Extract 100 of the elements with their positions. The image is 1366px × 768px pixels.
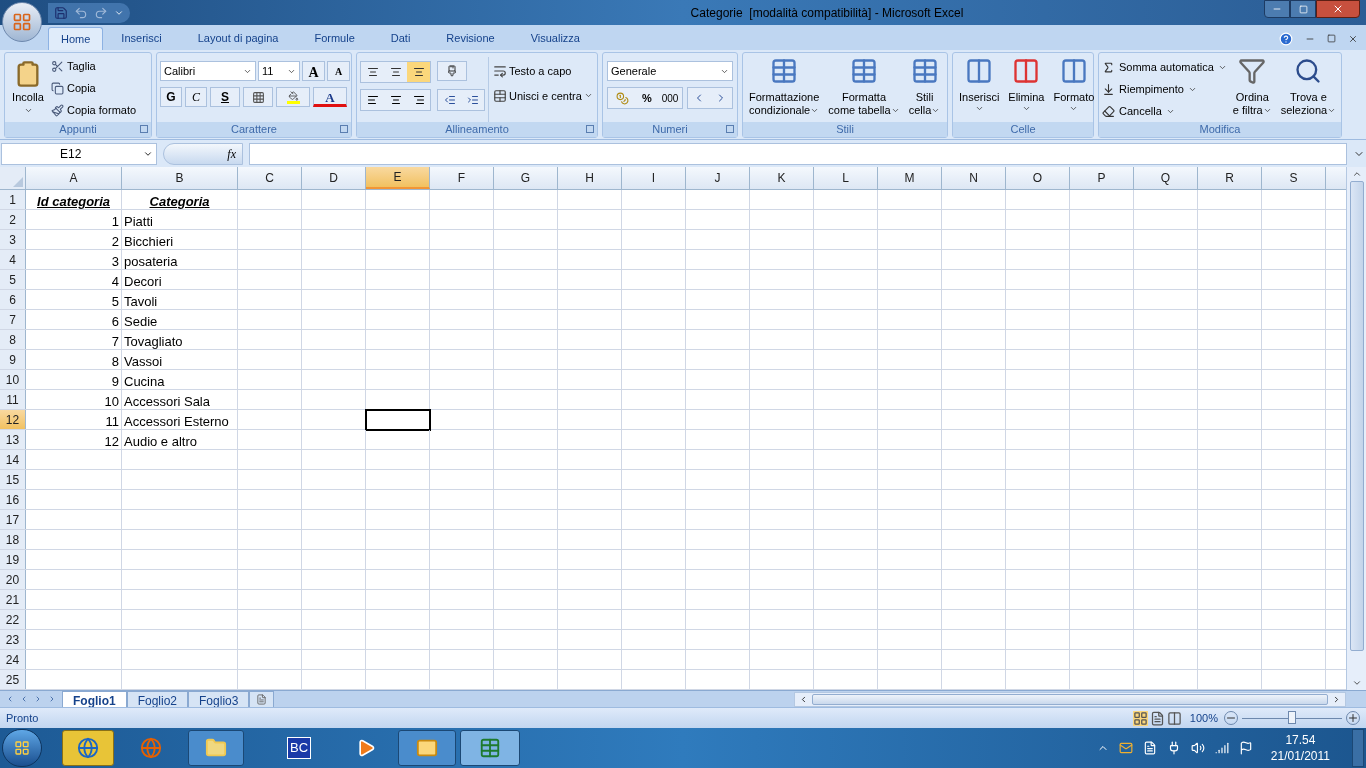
page-break-icon[interactable] (1166, 710, 1182, 726)
editing-command[interactable]: Cancella (1102, 102, 1227, 121)
thousands-button[interactable]: 000 (658, 88, 682, 108)
bold-button[interactable]: G (160, 87, 182, 107)
editing-button[interactable]: Trova e seleziona (1277, 57, 1340, 122)
start-button[interactable] (2, 729, 42, 767)
row-header[interactable]: 14 (0, 450, 26, 469)
vertical-scrollbar[interactable] (1346, 167, 1366, 690)
redo-icon[interactable] (94, 5, 108, 20)
help-icon[interactable] (1279, 31, 1293, 46)
minimize-button[interactable] (1264, 0, 1290, 18)
column-header[interactable]: C (238, 167, 302, 189)
row-header[interactable]: 11 (0, 390, 26, 409)
paste-button[interactable]: Incolla (8, 57, 48, 122)
fill-color-button[interactable] (276, 87, 310, 107)
column-header[interactable]: K (750, 167, 814, 189)
undo-icon[interactable] (74, 5, 88, 20)
browser-taskbar-button[interactable] (62, 730, 114, 766)
column-header[interactable]: Q (1134, 167, 1198, 189)
row-header[interactable]: 5 (0, 270, 26, 289)
cells-button[interactable]: Elimina (1005, 57, 1048, 122)
number-format-field[interactable]: Generale (607, 61, 733, 81)
percent-button[interactable]: % (636, 88, 658, 108)
ribbon-tab[interactable]: Dati (372, 27, 429, 50)
mail-taskbar-button[interactable] (398, 730, 456, 766)
function-button[interactable]: fx (227, 144, 236, 163)
font-color-button[interactable]: A (313, 87, 347, 107)
column-header[interactable]: F (430, 167, 494, 189)
cells-button[interactable]: Formato (1050, 57, 1098, 122)
name-box[interactable]: E12 (1, 142, 157, 165)
row-header[interactable]: 8 (0, 330, 26, 349)
styles-button[interactable]: Formatta come tabella (825, 57, 903, 122)
sheet-tab[interactable]: Foglio1 (62, 690, 127, 708)
row-header[interactable]: 2 (0, 210, 26, 229)
row-header[interactable]: 23 (0, 630, 26, 649)
scroll-thumb[interactable] (1349, 181, 1364, 651)
column-header[interactable]: M (878, 167, 942, 189)
close-button[interactable] (1316, 0, 1360, 18)
next-sheet-icon[interactable] (34, 695, 42, 703)
app-taskbar-button[interactable]: BC (264, 730, 334, 766)
signal-icon[interactable] (1214, 741, 1229, 755)
clock[interactable]: 17.54 21/01/2011 (1270, 732, 1330, 764)
flag-icon[interactable] (1238, 741, 1253, 755)
underline-button[interactable]: S (210, 87, 240, 107)
styles-button[interactable]: Formattazione condizionale (746, 57, 823, 122)
column-header[interactable]: J (686, 167, 750, 189)
ribbon-tab[interactable]: Visualizza (512, 27, 598, 50)
font-size-field[interactable]: 11 (258, 61, 300, 81)
row-header[interactable]: 19 (0, 550, 26, 569)
sheet-tab[interactable]: Foglio2 (126, 690, 189, 708)
row-header[interactable]: 21 (0, 590, 26, 609)
row-header[interactable]: 13 (0, 430, 26, 449)
column-header[interactable]: G (494, 167, 558, 189)
dialog-launcher-icon[interactable] (726, 125, 734, 133)
clipboard-command[interactable]: Copia formato (51, 101, 137, 120)
select-all-button[interactable] (0, 167, 26, 189)
horizontal-scrollbar[interactable] (794, 691, 1346, 707)
column-header[interactable]: S (1262, 167, 1326, 189)
italic-button[interactable]: C (185, 87, 207, 107)
active-cell[interactable] (366, 410, 430, 429)
excel-taskbar-button[interactable] (460, 730, 520, 766)
row-header[interactable]: 10 (0, 370, 26, 389)
column-header[interactable]: H (558, 167, 622, 189)
last-sheet-icon[interactable] (48, 695, 56, 703)
restore-icon[interactable] (1327, 34, 1336, 43)
column-header[interactable]: O (1006, 167, 1070, 189)
row-header[interactable]: 7 (0, 310, 26, 329)
styles-button[interactable]: Stili cella (905, 57, 944, 122)
zoom-in-icon[interactable] (1346, 711, 1360, 725)
dialog-launcher-icon[interactable] (340, 125, 348, 133)
scroll-up-icon[interactable] (1351, 169, 1362, 179)
vertical-align-button[interactable] (361, 62, 384, 82)
ribbon-tab[interactable]: Inserisci (103, 27, 180, 50)
tray-document-icon[interactable] (1142, 741, 1157, 755)
orientation-button[interactable] (437, 61, 467, 81)
wrap-text-button[interactable]: Testo a capo (493, 63, 593, 80)
zoom-level[interactable]: 100% (1189, 709, 1218, 727)
column-header[interactable]: B (122, 167, 238, 189)
save-icon[interactable] (54, 5, 68, 20)
previous-sheet-icon[interactable] (20, 695, 28, 703)
scroll-down-icon[interactable] (1351, 678, 1362, 688)
folder-taskbar-button[interactable] (188, 730, 244, 766)
scroll-right-icon[interactable] (1332, 694, 1341, 704)
column-header[interactable]: I (622, 167, 686, 189)
column-header[interactable]: L (814, 167, 878, 189)
ribbon-tab[interactable]: Layout di pagina (179, 27, 297, 50)
column-header[interactable]: E (366, 167, 430, 189)
row-header[interactable]: 22 (0, 610, 26, 629)
grow-font-button[interactable]: A (302, 61, 325, 81)
formula-field[interactable] (249, 142, 1347, 165)
restore-button[interactable] (1290, 0, 1316, 18)
new-sheet-button[interactable] (249, 690, 275, 708)
zoom-thumb[interactable] (1288, 711, 1296, 724)
zoom-slider[interactable] (1242, 711, 1342, 725)
normal-view-icon[interactable] (1132, 710, 1148, 726)
page-layout-icon[interactable] (1149, 710, 1165, 726)
clipboard-command[interactable]: Taglia (51, 57, 137, 76)
row-header[interactable]: 18 (0, 530, 26, 549)
row-header[interactable]: 16 (0, 490, 26, 509)
tray-mail-icon[interactable] (1118, 741, 1133, 755)
